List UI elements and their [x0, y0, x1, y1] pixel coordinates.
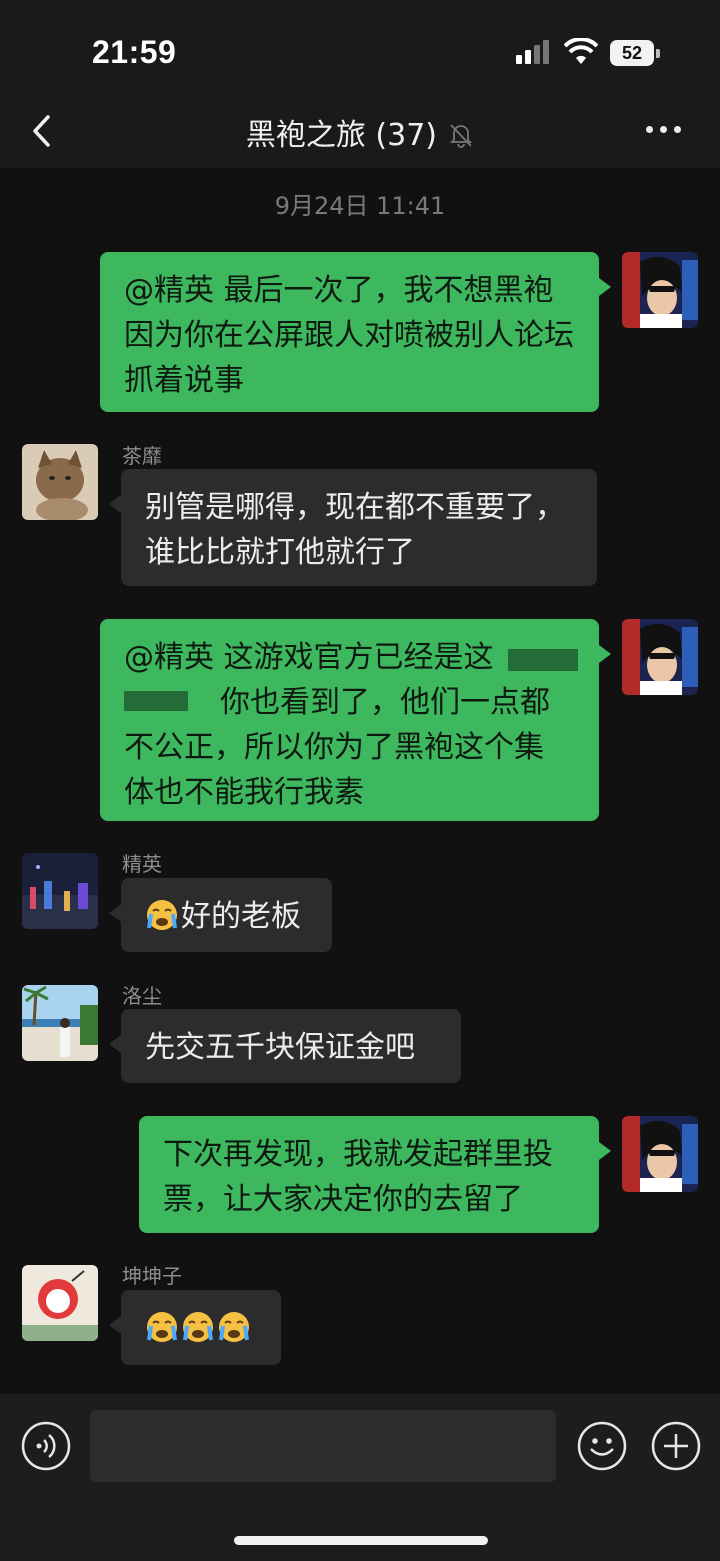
- my-message-bubble[interactable]: @精英 这游戏官方已经是这 你也看到了，他们一点都 不公正，所以你为了黑袍这个集…: [100, 619, 611, 821]
- redaction-block: [124, 691, 188, 711]
- chat-title: 黑袍之旅 (37): [245, 118, 438, 153]
- message-text: 好的老板: [181, 899, 301, 934]
- my-avatar[interactable]: [622, 252, 698, 328]
- sob-emoji-icon: [147, 900, 177, 930]
- message-text-line: 你也看到了，他们一点都: [220, 685, 550, 720]
- message-text: 先交五千块保证金吧: [145, 1030, 415, 1065]
- message-text-line: 体也不能我行我素: [124, 775, 364, 810]
- wifi-icon: [564, 38, 598, 64]
- status-bar: 21:59 52: [0, 0, 720, 100]
- status-time: 21:59: [92, 34, 177, 70]
- message-timestamp: 9月24日 11:41: [274, 192, 446, 220]
- sender-name: 精英: [122, 852, 162, 876]
- my-message-bubble[interactable]: 下次再发现，我就发起群里投票，让大家决定你的去留了: [139, 1116, 611, 1233]
- more-options-icon[interactable]: [646, 126, 686, 136]
- message-text: 下次再发现，我就发起群里投票，让大家决定你的去留了: [163, 1137, 553, 1217]
- cellular-signal-icon: [516, 40, 552, 64]
- other-message-bubble[interactable]: 别管是哪得，现在都不重要了，谁比比就打他就行了: [109, 469, 597, 586]
- chat-title-wrap: 黑袍之旅 (37): [0, 110, 720, 154]
- sob-emoji-icon: [219, 1312, 249, 1342]
- my-avatar[interactable]: [622, 619, 698, 695]
- home-indicator: [234, 1536, 488, 1545]
- message-input[interactable]: [90, 1410, 556, 1482]
- my-message-bubble[interactable]: @精英 最后一次了，我不想黑袍因为你在公屏跟人对喷被别人论坛抓着说事: [100, 252, 611, 412]
- sender-name: 洛尘: [122, 984, 162, 1008]
- sender-name: 坤坤子: [122, 1264, 182, 1288]
- avatar-jingying[interactable]: [22, 853, 98, 929]
- sob-emoji-icon: [183, 1312, 213, 1342]
- message-text: 别管是哪得，现在都不重要了，谁比比就打他就行了: [145, 490, 565, 570]
- other-message-bubble[interactable]: 好的老板: [109, 878, 332, 952]
- other-message-bubble[interactable]: [109, 1290, 281, 1365]
- chat-header: 黑袍之旅 (37): [0, 100, 720, 168]
- my-avatar[interactable]: [622, 1116, 698, 1192]
- avatar-chami[interactable]: [22, 444, 98, 520]
- message-text: @精英 最后一次了，我不想黑袍因为你在公屏跟人对喷被别人论坛抓着说事: [124, 273, 574, 398]
- mute-bell-icon: [449, 124, 473, 148]
- avatar-luochen[interactable]: [22, 985, 98, 1061]
- redaction-block: [508, 649, 578, 671]
- battery-tip: [656, 49, 660, 58]
- message-text-line: 不公正，所以你为了黑袍这个集: [124, 730, 544, 765]
- voice-input-icon[interactable]: [20, 1420, 72, 1472]
- other-message-bubble[interactable]: 先交五千块保证金吧: [109, 1009, 461, 1083]
- battery-icon: 52: [610, 40, 654, 66]
- sender-name: 茶靡: [122, 444, 162, 468]
- emoji-picker-icon[interactable]: [576, 1420, 628, 1472]
- avatar-kunkunzi[interactable]: [22, 1265, 98, 1341]
- add-attachment-icon[interactable]: [650, 1420, 702, 1472]
- sob-emoji-icon: [147, 1312, 177, 1342]
